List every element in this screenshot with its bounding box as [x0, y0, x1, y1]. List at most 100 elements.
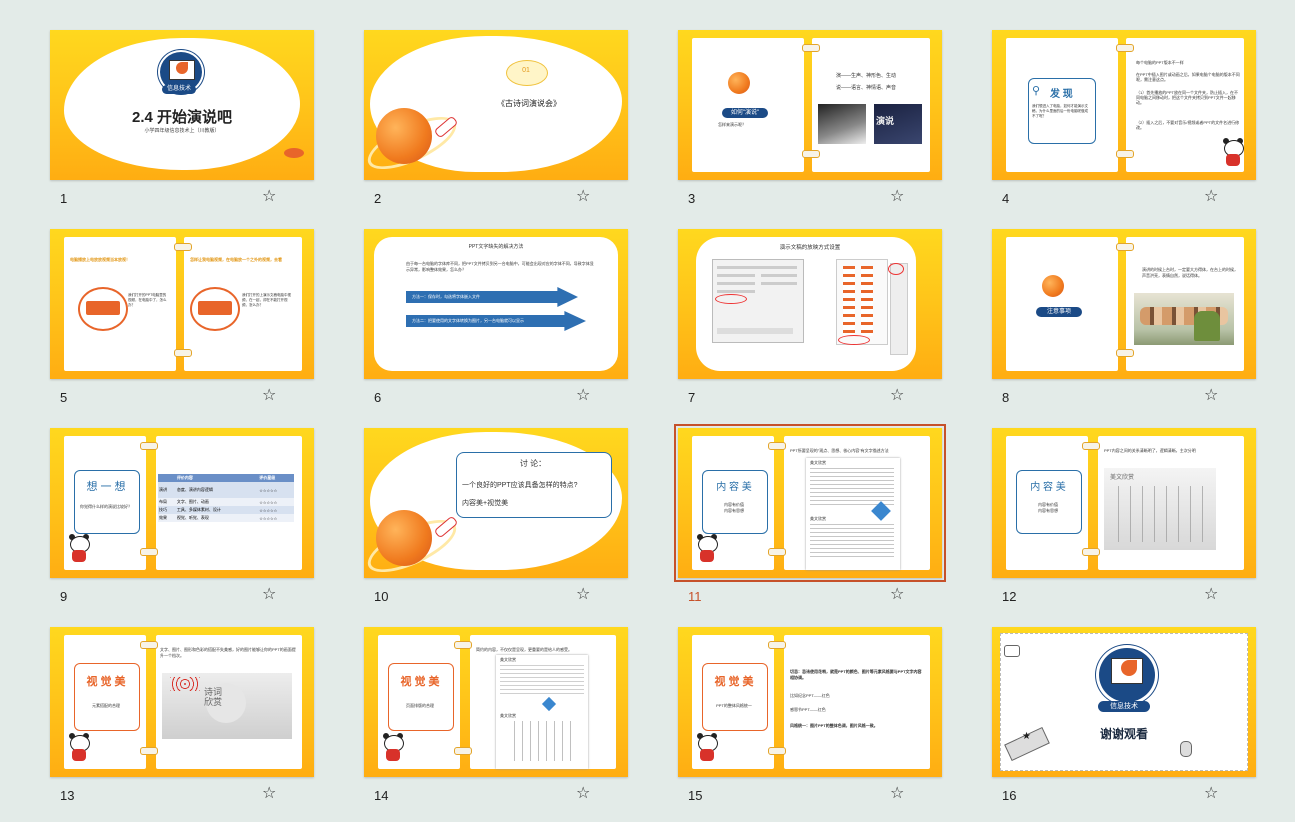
star-icon[interactable]: ☆ [1204, 387, 1218, 403]
audience-illustration [1134, 293, 1234, 345]
slide-thumbnail-12[interactable]: 内 容 美 内容有价值 内容有思想 PPT内容之间的关系清晰明了，逻辑清晰，主次… [992, 428, 1272, 623]
star-icon[interactable]: ☆ [576, 387, 590, 403]
toolbar-screenshot [890, 263, 908, 355]
panda-icon [1222, 138, 1244, 166]
section-heading: 视 觉 美 [400, 676, 440, 688]
slide-thumbnail-13[interactable]: 视 觉 美 元素搭配的合理 文字、图片、图形和色彩的搭配不失美感，好的图片能够让… [50, 627, 330, 822]
method-1-text: 方法一：保存时，勾选将字体嵌入文件 [412, 294, 480, 299]
evaluation-table: 评价内容 评价星级 演讲 态度、演讲内容逻辑 ☆☆☆☆☆ 布局 文字、图片、动画 ☆☆☆… [158, 474, 294, 522]
slide-13-preview[interactable]: 视 觉 美 元素搭配的合理 文字、图片、图形和色彩的搭配不失美感，好的图片能够让… [50, 627, 314, 777]
slide-thumbnail-11[interactable]: 内 容 美 内容有价值 内容有思想 PPT所要呈现的"观点、思想、核心内容"有文… [674, 424, 958, 623]
slide-thumbnail-16[interactable]: 信息技术 谢谢观看 ★ 16 ☆ [992, 627, 1272, 822]
slide-thumbnail-2[interactable]: 01 《古诗词演说会》 2 ☆ [364, 30, 644, 225]
doc-title: 美文欣赏 [810, 460, 826, 465]
think-heading: 想 一 想 [86, 481, 126, 493]
table-cell: 效果 [159, 515, 167, 520]
slide-5-preview[interactable]: 电脑播放上电放放视频当本放视！ 我们打开的PPT电脑里的视频，在电脑中了，怎么办… [50, 229, 314, 379]
slide-10-preview[interactable]: 讨 论： 一个良好的PPT应该具备怎样的特点? 内容美+视觉美 [364, 428, 628, 578]
slide-thumbnail-10[interactable]: 讨 论： 一个良好的PPT应该具备怎样的特点? 内容美+视觉美 10 ☆ [364, 428, 644, 623]
star-icon[interactable]: ☆ [1204, 586, 1218, 602]
top-text: 简约的内容，不仅仅是呈现，更重要的是给人的感受。 [476, 647, 572, 652]
star-icon[interactable]: ☆ [1204, 188, 1218, 204]
section-heading: 内 容 美 [716, 482, 752, 493]
slide-8-preview[interactable]: 注意事项 演讲的时候上台时，一定要大方得体，在台上的时候，声音洪亮，表情自然，说… [992, 229, 1256, 379]
slide-thumbnail-15[interactable]: 视 觉 美 PPT的整体风格统一 切忌：忌讳使用花哨，就是PPT的颜色、图片等元… [678, 627, 958, 822]
speech-photo [818, 104, 866, 144]
star-icon[interactable]: ☆ [576, 785, 590, 801]
slide-7-preview[interactable]: 演示文稿的放映方式设置 [678, 229, 942, 379]
discovery-text: 我们想进入了电脑，如何才能演示文稿，为什么里面的后一份电脑呢做成不了呢？ [1032, 104, 1088, 118]
table-row: 布局 文字、图片、动画 ☆☆☆☆☆ [158, 498, 294, 506]
slide-thumbnail-14[interactable]: 视 觉 美 页面排版的合理 简约的内容，不仅仅是呈现，更重要的是给人的感受。 美… [364, 627, 644, 822]
slide-15-preview[interactable]: 视 觉 美 PPT的整体风格统一 切忌：忌讳使用花哨，就是PPT的颜色、图片等元… [678, 627, 942, 777]
star-icon[interactable]: ☆ [262, 785, 276, 801]
star-icon[interactable]: ☆ [576, 586, 590, 602]
slide-number: 1 [60, 191, 68, 206]
slide-11-preview[interactable]: 内 容 美 内容有价值 内容有思想 PPT所要呈现的"观点、思想、核心内容"有文… [674, 424, 946, 582]
slide-title: 2.4 开始演说吧 [131, 109, 233, 126]
binder-ring [802, 150, 820, 158]
dialog-screenshot [712, 259, 804, 343]
star-icon[interactable]: ☆ [576, 188, 590, 204]
left-page [1006, 237, 1118, 371]
slide-9-preview[interactable]: 想 一 想 你觉得什么样的演说比较好？ 评价内容 评价星级 演讲 态度、演讲内容逻… [50, 428, 314, 578]
panda-icon [696, 733, 718, 761]
slide-title: PPT文字缺失的解决方法 [468, 244, 524, 250]
it-logo-icon [1096, 645, 1158, 705]
doc-text-lines [810, 468, 894, 506]
slide-2-preview[interactable]: 01 《古诗词演说会》 [364, 30, 628, 180]
binder-ring [1116, 243, 1134, 251]
discussion-question: 一个良好的PPT应该具备怎样的特点? [462, 482, 578, 489]
slide-thumbnail-3[interactable]: 如何"演说" 怎样来演示呢？ 演——生声、神形色、生动 说——语言、神情语、声音… [678, 30, 958, 225]
star-icon[interactable]: ☆ [890, 188, 904, 204]
slide-6-preview[interactable]: PPT文字缺失的解决方法 由于每一台电脑的字体库不同，把PPT文件拷贝到另一台电… [364, 229, 628, 379]
star-decoration-icon: ★ [1022, 731, 1031, 742]
right-page [784, 635, 930, 769]
bubble-number: 01 [522, 67, 530, 74]
slide-thumbnail-4[interactable]: ⚲ 发 现 我们想进入了电脑，如何才能演示文稿，为什么里面的后一份电脑呢做成不了… [992, 30, 1272, 225]
header-cell [158, 474, 176, 482]
slide-1-preview[interactable]: 信息技术 2.4 开始演说吧 小学四年级信息技术上（川教版） [50, 30, 314, 180]
star-icon[interactable]: ☆ [890, 586, 904, 602]
slide-3-preview[interactable]: 如何"演说" 怎样来演示呢？ 演——生声、神形色、生动 说——语言、神情语、声音… [678, 30, 942, 180]
panda-icon [382, 733, 404, 761]
table-header-row: 评价内容 评价星级 [158, 474, 294, 482]
star-icon[interactable]: ☆ [1204, 785, 1218, 801]
highlight-circle [888, 263, 904, 275]
binder-ring [174, 349, 192, 357]
star-icon[interactable]: ☆ [262, 387, 276, 403]
star-icon[interactable]: ☆ [890, 785, 904, 801]
doc-title: 美文欣赏 [500, 657, 516, 662]
table-cell: 工具、多媒体素材、设计 [176, 507, 221, 512]
slide-16-preview[interactable]: 信息技术 谢谢观看 ★ [992, 627, 1256, 777]
star-icon[interactable]: ☆ [262, 586, 276, 602]
star-icon[interactable]: ☆ [890, 387, 904, 403]
star-icon[interactable]: ☆ [262, 188, 276, 204]
slide-thumbnail-6[interactable]: PPT文字缺失的解决方法 由于每一台电脑的字体库不同，把PPT文件拷贝到另一台电… [364, 229, 644, 424]
slide-thumbnail-8[interactable]: 注意事项 演讲的时候上台时，一定要大方得体，在台上的时候，声音洪亮，表情自然，说… [992, 229, 1272, 424]
left-title: 电脑播放上电放放视频当本放视！ [70, 257, 130, 262]
device-icon [1004, 645, 1020, 657]
slide-thumbnail-7[interactable]: 演示文稿的放映方式设置 7 ☆ [678, 229, 958, 424]
box-text: 内容有价值 内容有思想 [1038, 502, 1058, 513]
slide-thumbnail-1[interactable]: 信息技术 2.4 开始演说吧 小学四年级信息技术上（川教版） 1 ☆ [50, 30, 330, 225]
table-cell: ☆☆☆☆☆ [259, 499, 278, 505]
slide-4-preview[interactable]: ⚲ 发 现 我们想进入了电脑，如何才能演示文稿，为什么里面的后一份电脑呢做成不了… [992, 30, 1256, 180]
slide-14-preview[interactable]: 视 觉 美 页面排版的合理 简约的内容，不仅仅是呈现，更重要的是给人的感受。 美… [364, 627, 628, 777]
slide-thumbnail-5[interactable]: 电脑播放上电放放视频当本放视！ 我们打开的PPT电脑里的视频，在电脑中了，怎么办… [50, 229, 330, 424]
video-icon [190, 287, 240, 331]
text-para: （1）首先播放的PPT放在同一个文件夹，防止插入，在不同电脑之间移动时，把这个文… [1136, 90, 1239, 105]
painting-text: 诗词欣赏 [204, 687, 223, 707]
highlight-circle [838, 335, 870, 345]
badge-subtext: 怎样来演示呢？ [718, 122, 746, 127]
video-icon [78, 287, 128, 331]
slide-12-preview[interactable]: 内 容 美 内容有价值 内容有思想 PPT内容之间的关系清晰明了，逻辑清晰，主次… [992, 428, 1256, 578]
binder-ring [140, 442, 158, 450]
slide-number: 2 [374, 191, 382, 206]
binder-ring [1082, 442, 1100, 450]
table-cell: 技巧 [159, 507, 167, 512]
slide-thumbnail-9[interactable]: 想 一 想 你觉得什么样的演说比较好？ 评价内容 评价星级 演讲 态度、演讲内容逻… [50, 428, 330, 623]
section-badge: 如何"演说" [722, 108, 768, 118]
slide-number: 8 [1002, 390, 1010, 405]
planet-icon [728, 72, 750, 94]
